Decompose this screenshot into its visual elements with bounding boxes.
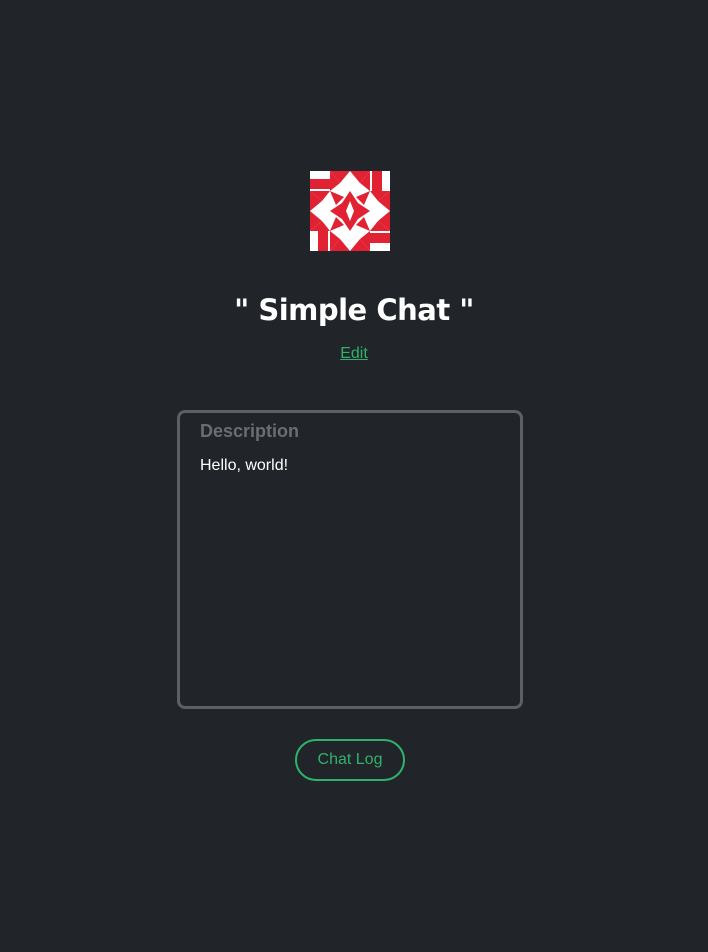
edit-link[interactable]: Edit [340, 345, 368, 362]
page-title: " Simple Chat " [234, 293, 474, 327]
edit-link-row: Edit [0, 344, 708, 364]
description-box: Description Hello, world! [177, 410, 523, 709]
description-label: Description [200, 421, 300, 441]
identicon-icon [310, 171, 390, 251]
description-text: Hello, world! [200, 457, 289, 474]
avatar [310, 171, 390, 251]
chat-log-button[interactable]: Chat Log [295, 739, 405, 781]
